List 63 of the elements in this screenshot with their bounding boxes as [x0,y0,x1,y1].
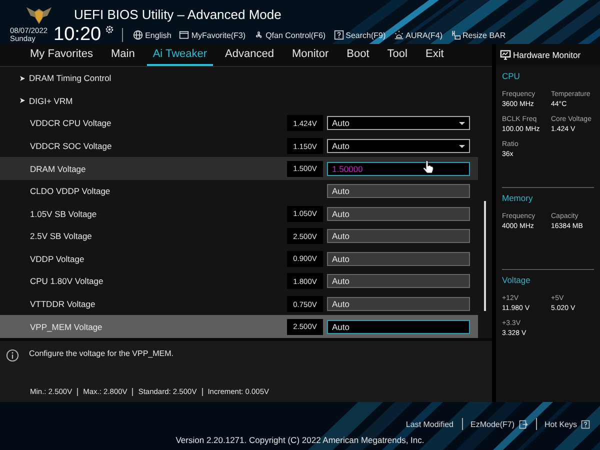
info-icon [6,349,19,362]
footer-link[interactable]: Last Modified [406,420,454,428]
toolbar-button[interactable]: MyFavorite(F3) [177,30,248,40]
input-field[interactable]: 1.50000 [327,162,470,176]
globe-icon [133,30,144,40]
setting-label: VDDCR SOC Voltage [29,141,113,152]
hand-cursor-icon [422,160,434,174]
setting-label: VTTDDR Voltage [29,299,96,310]
input-field[interactable]: Auto [327,274,470,288]
input-field[interactable]: Auto [327,320,470,334]
monitor-icon [500,50,511,60]
copyright-text: Version 2.20.1271. Copyright (C) 2022 American Megatrends, Inc. [174,435,426,445]
setting-label: VDDP Voltage [29,254,86,264]
exit-icon [518,420,528,428]
question-icon [581,420,590,428]
setting-label: VPP_MEM Voltage [29,322,104,332]
chevron-icon [20,98,25,104]
settings-icon[interactable] [105,25,114,34]
toolbar-button[interactable]: English [131,30,174,40]
toolbar-button[interactable]: Resize BAR [448,30,508,40]
setting-label: CLDO VDDP Voltage [29,186,112,196]
menu-tab[interactable]: Boot [340,44,376,66]
input-field[interactable]: Auto [327,184,470,198]
setting-label: DRAM Voltage [29,164,87,174]
folder-icon [179,30,190,40]
fan-icon [254,30,264,40]
input-field[interactable]: Auto [327,252,470,266]
input-field[interactable]: Auto [327,229,470,244]
section-title: CPU [502,71,521,81]
light-icon [394,30,404,40]
dropdown[interactable]: Auto [327,116,470,130]
submenu-item[interactable]: DIGI+ VRM [0,96,73,106]
chevron-icon [20,76,25,81]
menu-tab[interactable]: Main [104,44,141,66]
toolbar-button[interactable]: Qfan Control(F6) [252,30,328,40]
section-title: Memory [502,193,534,203]
toolbar-button[interactable]: AURA(F4) [392,30,445,40]
footer-link[interactable]: EzMode(F7) [470,420,528,428]
menu-tab[interactable]: Exit [419,44,450,66]
scrollbar[interactable] [484,201,486,311]
panel-title: Hardware Monitor [513,50,581,60]
setting-row[interactable]: CLDO VDDP Voltage Auto [0,180,478,202]
menu-tab[interactable]: Tool [381,44,414,66]
input-field[interactable]: Auto [327,297,470,312]
input-field[interactable]: Auto [327,206,470,221]
menu-tab[interactable]: My Favorites [24,44,99,66]
caret-icon [459,144,465,148]
section-title: Voltage [502,275,532,285]
submenu-item[interactable]: DRAM Timing Control [0,73,112,84]
dropdown[interactable]: Auto [327,139,470,154]
setting-label: CPU 1.80V Voltage [29,276,104,286]
window-title: UEFI BIOS Utility – Advanced Mode [74,7,282,22]
setting-label: 2.5V SB Voltage [29,231,93,242]
menu-tab[interactable]: Monitor [286,44,335,66]
caret-icon [459,122,465,125]
footer-link[interactable]: Hot Keys [544,420,590,428]
setting-label: 1.05V SB Voltage [29,208,98,219]
menu-tab[interactable]: Advanced [219,44,280,66]
question-icon [334,30,344,40]
clock-time: 10:20 [54,24,102,46]
chip-icon [450,30,461,40]
setting-label: VDDCR CPU Voltage [29,118,112,128]
help-description: Configure the voltage for the VPP_MEM. [29,349,174,358]
